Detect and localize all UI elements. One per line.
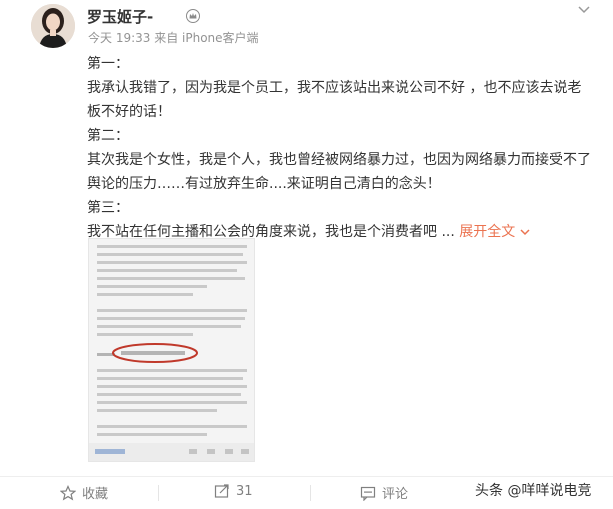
divider [310, 485, 311, 501]
share-icon [214, 484, 229, 498]
username[interactable]: 罗玉姬子- [87, 6, 153, 27]
crown-icon [186, 9, 200, 23]
paragraph-body: 其次我是个女性，我是个人，我也曾经被网络暴力过，也因为网络暴力而接受不了舆论的压… [87, 152, 591, 192]
post-image-thumbnail[interactable] [88, 238, 255, 462]
avatar[interactable] [31, 4, 75, 48]
expand-label: 展开全文 [459, 224, 516, 240]
repost-button[interactable]: 31 [214, 483, 253, 499]
paragraph-title: 第一： [87, 56, 129, 72]
comment-label: 评论 [382, 487, 409, 502]
post-content: 第一： 我承认我错了，因为我是个员工，我不应该站出来说公司不好 ，也不应该去说老… [87, 52, 592, 244]
watermark-text: 头条 @咩咩说电竞 [471, 478, 596, 502]
paragraph-body: 我承认我错了，因为我是个员工，我不应该站出来说公司不好 ，也不应该去说老板不好的… [87, 80, 582, 120]
repost-count: 31 [236, 483, 253, 499]
paragraph-title: 第三： [87, 200, 129, 216]
chevron-down-icon[interactable] [577, 2, 591, 16]
chevron-down-icon [520, 229, 530, 236]
expand-link[interactable]: 展开全文 [459, 224, 531, 240]
paragraph-title: 第二： [87, 128, 129, 144]
post-meta: 今天 19:33 来自 iPhone客户端 [88, 31, 259, 45]
divider [158, 485, 159, 501]
favorite-label: 收藏 [82, 487, 109, 502]
star-icon [60, 484, 76, 500]
comment-icon [360, 486, 376, 501]
favorite-button[interactable]: 收藏 [60, 483, 108, 502]
comment-button[interactable]: 评论 [360, 483, 408, 502]
